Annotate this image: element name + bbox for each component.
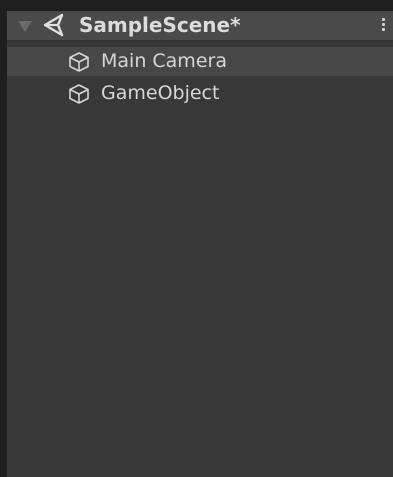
hierarchy-item-label: Main Camera (101, 50, 227, 72)
cube-icon (69, 84, 89, 104)
hierarchy-item-main-camera[interactable]: Main Camera (7, 47, 393, 76)
hierarchy-panel: SampleScene* Main Camera GameObject (7, 11, 393, 477)
hierarchy-item-label: GameObject (101, 82, 220, 104)
expand-arrow-icon[interactable] (18, 21, 32, 32)
cube-icon (69, 52, 89, 72)
scene-title: SampleScene* (79, 13, 241, 37)
kebab-menu-icon[interactable] (379, 16, 387, 36)
unity-scene-icon (43, 13, 64, 37)
hierarchy-item-gameobject[interactable]: GameObject (7, 79, 393, 108)
scene-header-row[interactable]: SampleScene* (7, 11, 393, 41)
